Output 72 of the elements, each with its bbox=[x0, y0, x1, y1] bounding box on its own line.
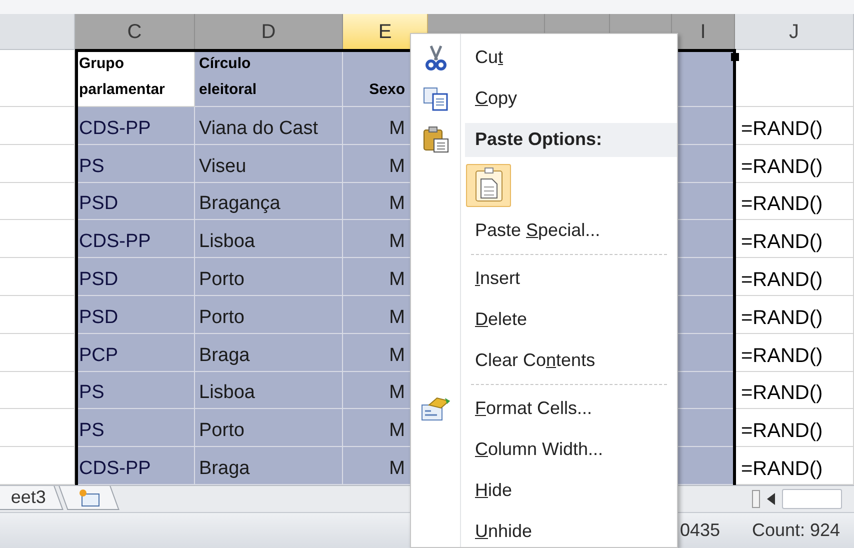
status-text: Count: 924 bbox=[752, 519, 840, 542]
fill-handle[interactable] bbox=[731, 53, 739, 61]
clipboard-icon bbox=[424, 126, 448, 152]
column-header[interactable]: C bbox=[75, 14, 195, 50]
table-cell: PSD bbox=[79, 193, 118, 216]
copy-icon bbox=[424, 87, 448, 110]
menu-item[interactable]: Cut bbox=[465, 44, 504, 71]
table-cell: =RAND() bbox=[741, 193, 823, 216]
paste-option-button[interactable] bbox=[466, 164, 511, 206]
new-sheet-tab[interactable] bbox=[58, 486, 120, 510]
table-cell: M bbox=[389, 306, 405, 329]
table-cell: M bbox=[389, 344, 405, 367]
table-cell: =RAND() bbox=[741, 118, 823, 140]
column-header[interactable]: D bbox=[195, 14, 343, 50]
table-cell: M bbox=[389, 420, 405, 442]
menu-item[interactable]: Delete bbox=[465, 306, 528, 333]
table-cell: =RAND() bbox=[741, 306, 823, 329]
table-cell: PSD bbox=[79, 268, 118, 291]
table-cell: =RAND() bbox=[741, 420, 823, 442]
table-cell: Braga bbox=[199, 458, 250, 480]
table-cell: PS bbox=[79, 156, 104, 178]
table-cell: PCP bbox=[79, 344, 118, 367]
table-cell: M bbox=[389, 382, 405, 404]
table-cell: M bbox=[389, 458, 405, 480]
table-cell: =RAND() bbox=[741, 156, 823, 178]
menu-item[interactable]: Format Cells... bbox=[465, 395, 592, 422]
split-handle[interactable] bbox=[752, 490, 760, 508]
scrollbar-track[interactable] bbox=[782, 489, 842, 509]
table-cell: Lisboa bbox=[199, 231, 255, 254]
column-header[interactable]: J bbox=[735, 14, 854, 50]
table-cell: =RAND() bbox=[741, 458, 823, 480]
table-header-cell-text: Círculo eleitoral bbox=[199, 54, 258, 100]
menu-item[interactable]: Copy bbox=[465, 85, 518, 112]
status-text: 0435 bbox=[680, 519, 720, 542]
menu-item[interactable]: Hide bbox=[465, 477, 512, 504]
format-cells-icon bbox=[422, 396, 450, 420]
table-cell: M bbox=[389, 118, 405, 140]
table-cell: Porto bbox=[199, 306, 244, 329]
table-header-cell-text: Sexo bbox=[369, 80, 405, 100]
scissors-icon bbox=[426, 44, 446, 70]
menu-heading: Paste Options: bbox=[465, 122, 677, 156]
table-cell: Porto bbox=[199, 420, 244, 442]
table-cell: M bbox=[389, 231, 405, 254]
table-cell: Braga bbox=[199, 344, 250, 367]
new-sheet-icon bbox=[76, 488, 101, 508]
menu-item[interactable]: Clear Contents bbox=[465, 347, 596, 374]
menu-item[interactable]: Insert bbox=[465, 265, 520, 292]
sheet-tab[interactable]: eet3 bbox=[0, 486, 64, 510]
table-cell: CDS-PP bbox=[79, 231, 151, 254]
table-cell: Lisboa bbox=[199, 382, 255, 404]
table-cell: =RAND() bbox=[741, 344, 823, 367]
table-cell: Bragança bbox=[199, 193, 280, 216]
table-cell: =RAND() bbox=[741, 382, 823, 404]
menu-item[interactable]: Paste Special... bbox=[465, 217, 600, 244]
table-cell: PS bbox=[79, 420, 104, 442]
column-header[interactable]: I bbox=[672, 14, 735, 50]
table-cell: PSD bbox=[79, 306, 118, 329]
table-cell: PS bbox=[79, 382, 104, 404]
menu-item[interactable]: Unhide bbox=[465, 518, 532, 545]
table-cell: =RAND() bbox=[741, 268, 823, 291]
table-header-cell-text: Grupo parlamentar bbox=[79, 54, 166, 100]
table-cell: CDS-PP bbox=[79, 458, 151, 480]
table-cell: Viseu bbox=[199, 156, 246, 178]
table-cell: Porto bbox=[199, 268, 244, 291]
table-cell: Viana do Cast bbox=[199, 118, 318, 140]
menu-item[interactable]: Column Width... bbox=[465, 436, 604, 463]
table-cell: M bbox=[389, 268, 405, 291]
table-cell: M bbox=[389, 193, 405, 216]
table-cell: =RAND() bbox=[741, 231, 823, 254]
table-cell: CDS-PP bbox=[79, 118, 151, 140]
table-cell: M bbox=[389, 156, 405, 178]
column-header[interactable] bbox=[0, 14, 75, 50]
